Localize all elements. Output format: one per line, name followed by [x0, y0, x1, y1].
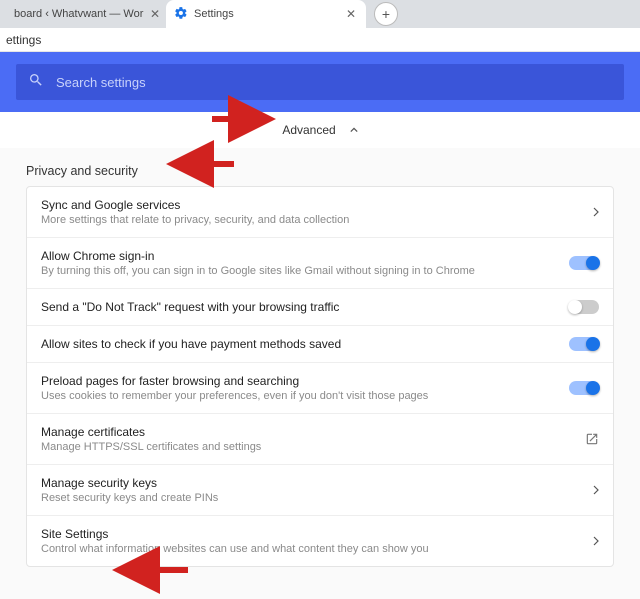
row-title: Allow sites to check if you have payment… — [41, 337, 559, 351]
toggle-payment-methods[interactable] — [569, 337, 599, 351]
search-input[interactable] — [56, 75, 612, 90]
search-box[interactable] — [16, 64, 624, 100]
external-link-icon — [559, 432, 599, 446]
row-preload-pages[interactable]: Preload pages for faster browsing and se… — [27, 362, 613, 413]
page-title: ettings — [0, 28, 640, 52]
row-title: Allow Chrome sign-in — [41, 249, 559, 263]
settings-card: Sync and Google services More settings t… — [26, 186, 614, 567]
row-sub: Manage HTTPS/SSL certificates and settin… — [41, 441, 559, 453]
hero — [0, 52, 640, 112]
row-site-settings[interactable]: Site Settings Control what information w… — [27, 515, 613, 566]
row-sub: Uses cookies to remember your preference… — [41, 390, 559, 402]
browser-tabstrip: board ‹ Whatvwant — Wor ✕ Settings ✕ + — [0, 0, 640, 28]
row-sub: More settings that relate to privacy, se… — [41, 214, 559, 226]
page-title-text: ettings — [6, 33, 41, 47]
tab-settings[interactable]: Settings ✕ — [166, 0, 366, 28]
row-title: Sync and Google services — [41, 198, 559, 212]
row-manage-certificates[interactable]: Manage certificates Manage HTTPS/SSL cer… — [27, 413, 613, 464]
new-tab-button[interactable]: + — [374, 2, 398, 26]
toggle-chrome-signin[interactable] — [569, 256, 599, 270]
advanced-label: Advanced — [282, 123, 335, 137]
tab-inactive-label: board ‹ Whatvwant — Wor — [14, 8, 148, 20]
gear-icon — [174, 6, 188, 23]
close-icon[interactable]: ✕ — [148, 7, 162, 21]
section-title: Privacy and security — [26, 164, 138, 178]
toggle-do-not-track[interactable] — [569, 300, 599, 314]
row-do-not-track[interactable]: Send a "Do Not Track" request with your … — [27, 288, 613, 325]
row-title: Manage security keys — [41, 476, 559, 490]
row-chrome-signin[interactable]: Allow Chrome sign-in By turning this off… — [27, 237, 613, 288]
close-icon[interactable]: ✕ — [344, 7, 358, 21]
search-icon — [28, 72, 44, 93]
row-sync-google[interactable]: Sync and Google services More settings t… — [27, 187, 613, 237]
row-sub: Control what information websites can us… — [41, 543, 559, 555]
row-security-keys[interactable]: Manage security keys Reset security keys… — [27, 464, 613, 515]
chevron-up-icon — [350, 123, 358, 137]
toggle-preload[interactable] — [569, 381, 599, 395]
advanced-toggle[interactable]: Advanced — [0, 112, 640, 148]
row-sub: Reset security keys and create PINs — [41, 492, 559, 504]
plus-icon: + — [382, 7, 390, 21]
row-title: Site Settings — [41, 527, 559, 541]
row-title: Send a "Do Not Track" request with your … — [41, 300, 559, 314]
row-payment-methods[interactable]: Allow sites to check if you have payment… — [27, 325, 613, 362]
row-title: Preload pages for faster browsing and se… — [41, 374, 559, 388]
section-heading-privacy: Privacy and security — [0, 148, 640, 186]
row-title: Manage certificates — [41, 425, 559, 439]
row-sub: By turning this off, you can sign in to … — [41, 265, 559, 277]
chevron-right-icon — [559, 207, 599, 217]
tab-inactive[interactable]: board ‹ Whatvwant — Wor ✕ — [0, 0, 170, 28]
chevron-right-icon — [559, 536, 599, 546]
tab-active-label: Settings — [194, 8, 344, 20]
chevron-right-icon — [559, 485, 599, 495]
